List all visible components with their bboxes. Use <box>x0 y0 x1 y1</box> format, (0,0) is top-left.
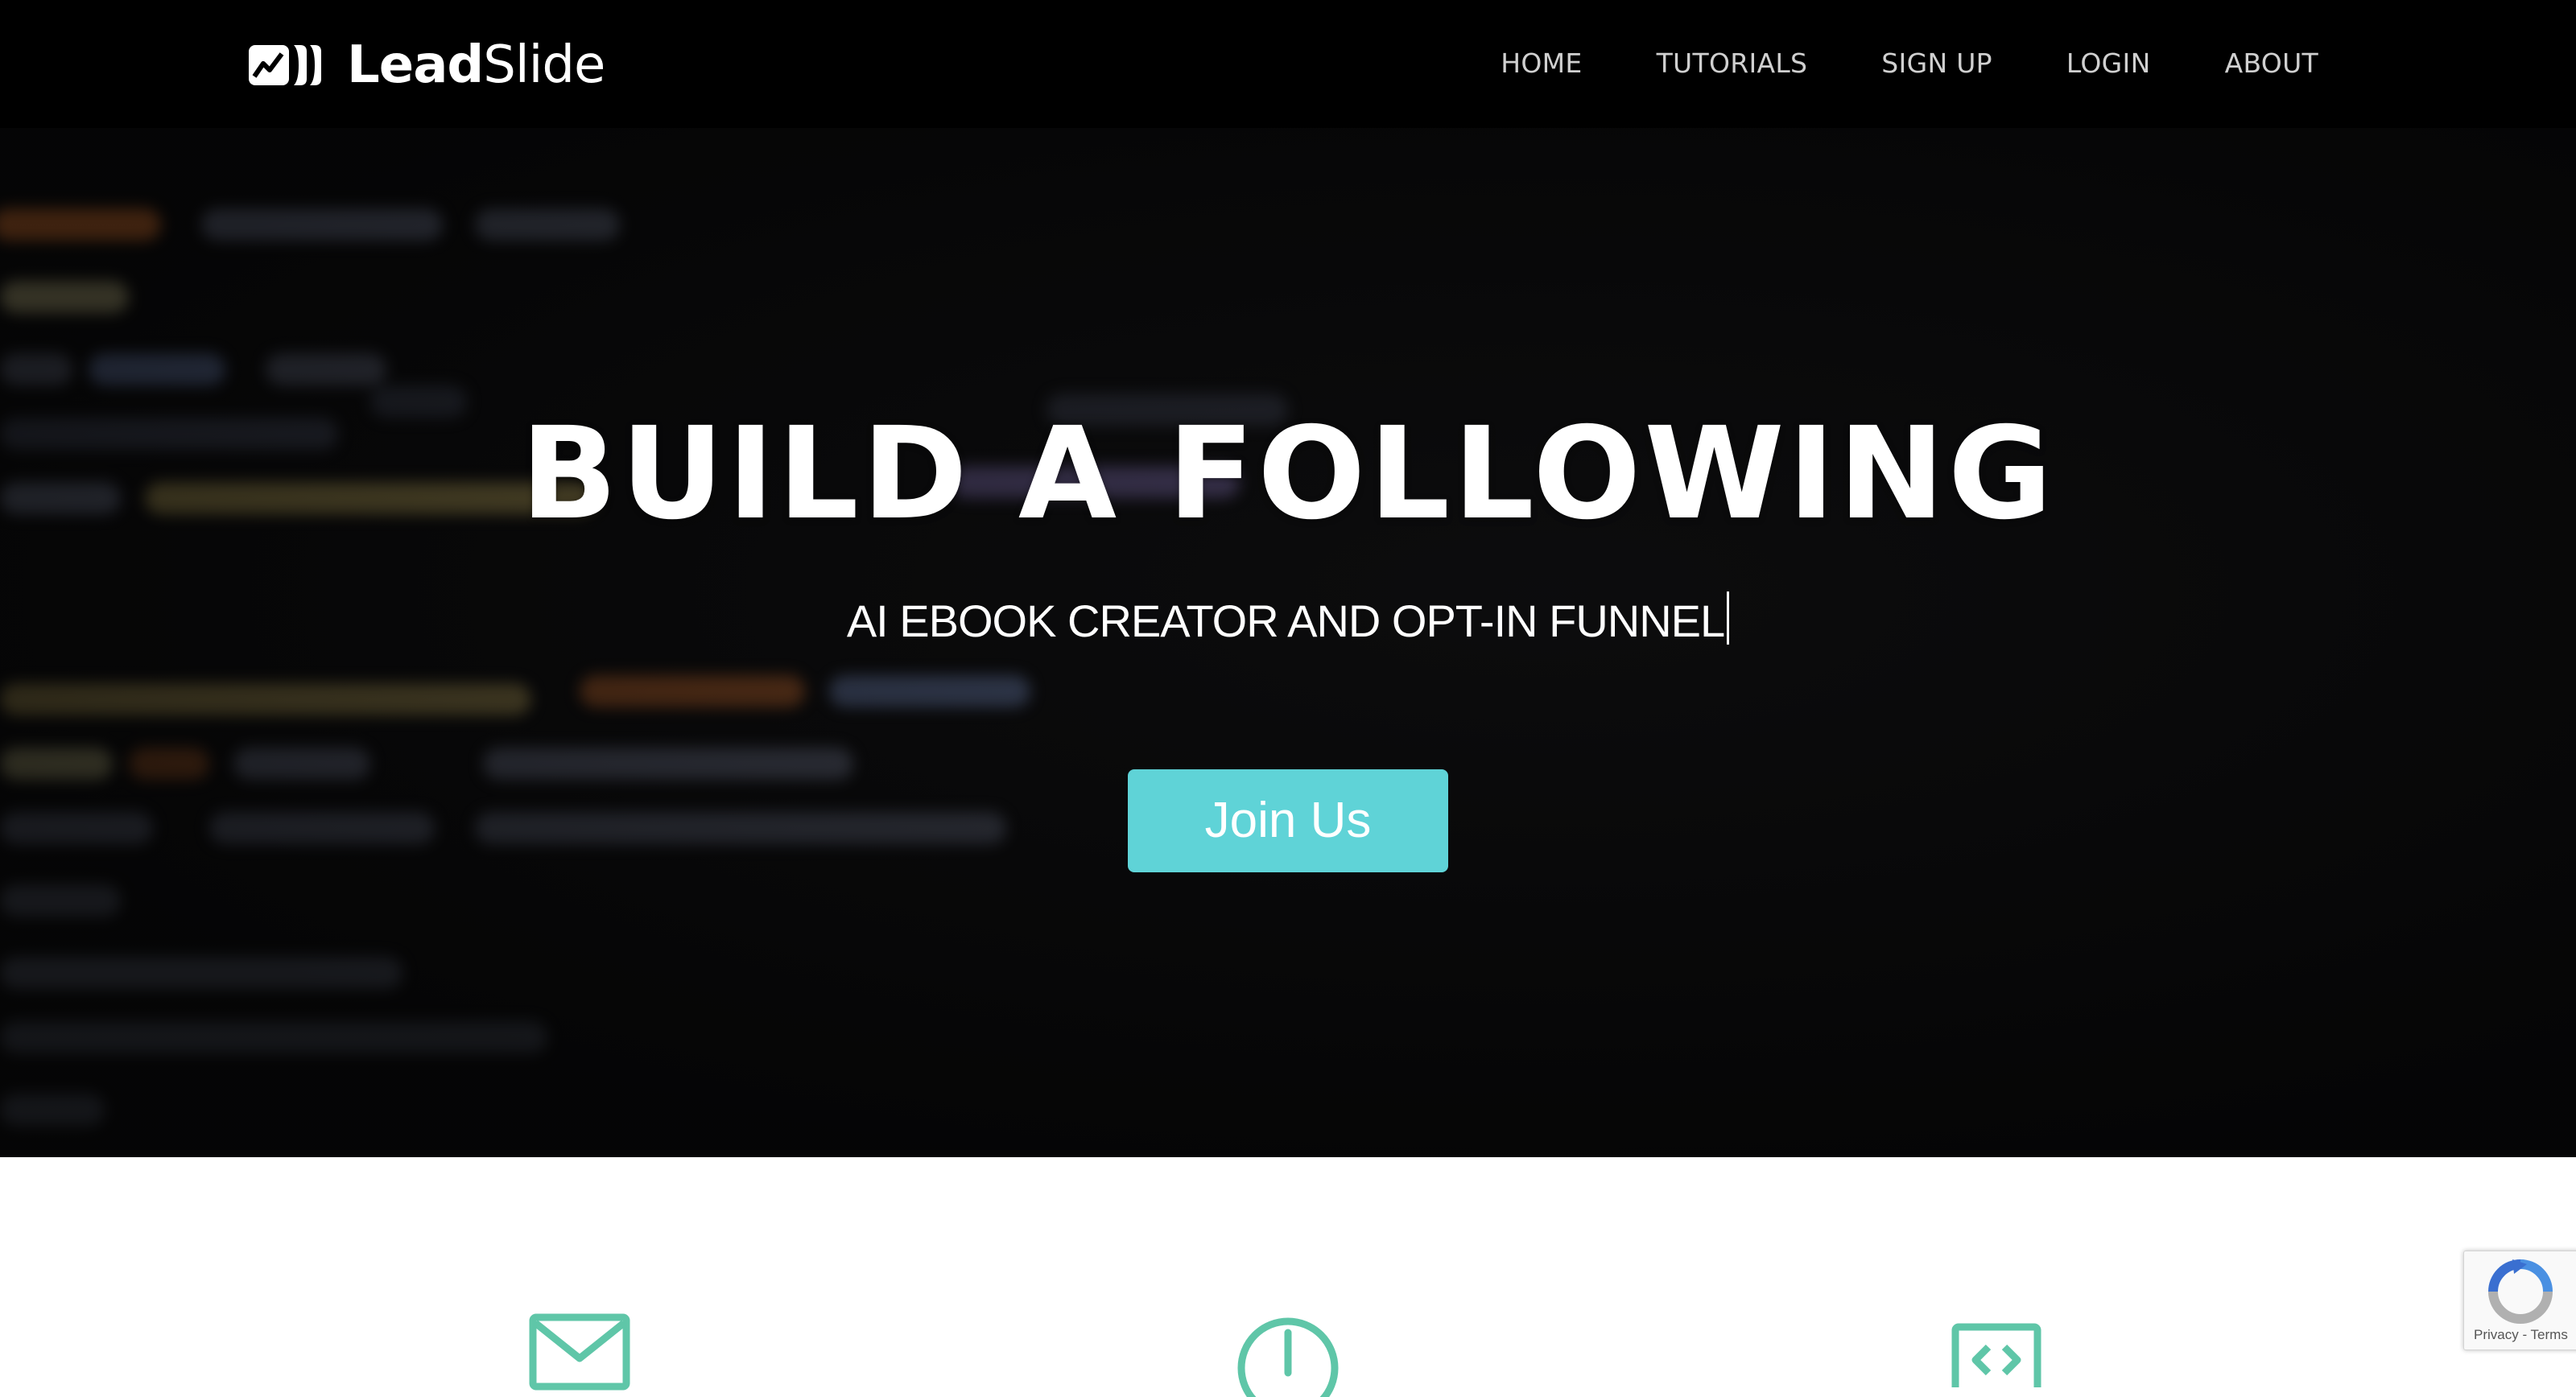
nav-login[interactable]: LOGIN <box>2066 44 2151 83</box>
code-icon <box>1951 1323 2041 1387</box>
nav-about[interactable]: ABOUT <box>2225 44 2318 83</box>
leadslide-logo-icon <box>249 45 321 85</box>
recaptcha-icon <box>2488 1259 2553 1324</box>
recaptcha-links: Privacy - Terms <box>2474 1327 2568 1342</box>
nav-home[interactable]: HOME <box>1501 44 1582 83</box>
hero-subtitle: AI EBOOK CREATOR AND OPT-IN FUNNEL <box>0 589 2576 653</box>
hero-title: BUILD A FOLLOWING <box>520 400 2056 548</box>
clock-icon <box>1236 1317 1340 1397</box>
envelope-icon <box>529 1313 630 1394</box>
typing-caret <box>1727 591 1730 645</box>
nav-sign-up[interactable]: SIGN UP <box>1881 44 1992 83</box>
recaptcha-terms-link[interactable]: Terms <box>2531 1327 2568 1342</box>
main-nav: HOME TUTORIALS SIGN UP LOGIN ABOUT <box>1501 44 2318 83</box>
recaptcha-privacy-link[interactable]: Privacy <box>2474 1327 2519 1342</box>
recaptcha-badge[interactable]: Privacy - Terms <box>2463 1251 2576 1350</box>
hero-section: BUILD A FOLLOWING AI EBOOK CREATOR AND O… <box>0 128 2576 1157</box>
top-navbar: LeadSlide HOME TUTORIALS SIGN UP LOGIN A… <box>0 0 2576 128</box>
join-us-button[interactable]: Join Us <box>1128 769 1448 872</box>
brand-logo[interactable]: LeadSlide <box>247 37 605 93</box>
nav-tutorials[interactable]: TUTORIALS <box>1657 44 1808 83</box>
brand-name: LeadSlide <box>347 35 605 95</box>
